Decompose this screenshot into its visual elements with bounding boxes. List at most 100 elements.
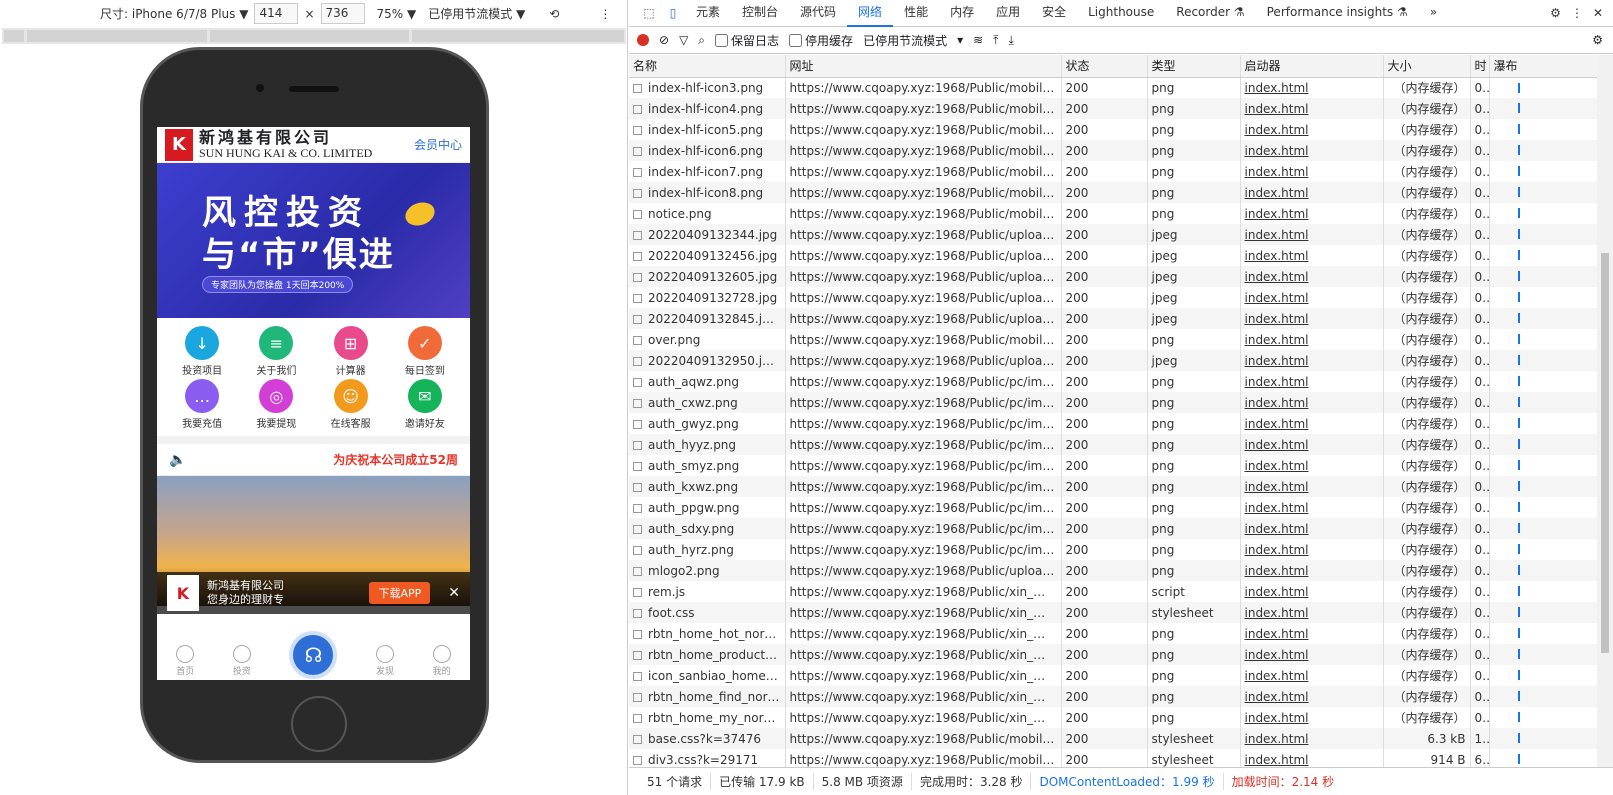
cell-init[interactable]: index.html bbox=[1240, 728, 1384, 749]
chevron-down-icon[interactable]: ▾ bbox=[957, 33, 963, 47]
cell-init[interactable]: index.html bbox=[1240, 623, 1384, 644]
table-row[interactable]: rbtn_home_product_ch... https://www.cqoap… bbox=[629, 644, 1597, 665]
cell-init[interactable]: index.html bbox=[1240, 518, 1384, 539]
panel-tab[interactable]: Recorder ⚗ bbox=[1165, 0, 1255, 27]
table-row[interactable]: auth_smyz.png https://www.cqoapy.xyz:1968… bbox=[629, 455, 1597, 476]
cell-init[interactable]: index.html bbox=[1240, 119, 1384, 140]
cell-init[interactable]: index.html bbox=[1240, 581, 1384, 602]
cell-init[interactable]: index.html bbox=[1240, 98, 1384, 119]
table-row[interactable]: mlogo2.png https://www.cqoapy.xyz:1968/Pu… bbox=[629, 560, 1597, 581]
table-row[interactable]: auth_kxwz.png https://www.cqoapy.xyz:1968… bbox=[629, 476, 1597, 497]
cell-init[interactable]: index.html bbox=[1240, 749, 1384, 767]
download-app-button[interactable]: 下载APP bbox=[369, 582, 431, 604]
table-row[interactable]: index-hlf-icon3.png https://www.cqoapy.xy… bbox=[629, 77, 1597, 98]
table-row[interactable]: auth_hyrz.png https://www.cqoapy.xyz:1968… bbox=[629, 539, 1597, 560]
disable-cache-checkbox[interactable]: 停用缓存 bbox=[789, 32, 853, 49]
table-row[interactable]: base.css?k=37476 https://www.cqoapy.xyz:1… bbox=[629, 728, 1597, 749]
table-row[interactable]: index-hlf-icon7.png https://www.cqoapy.xy… bbox=[629, 161, 1597, 182]
cell-init[interactable]: index.html bbox=[1240, 266, 1384, 287]
table-row[interactable]: foot.css https://www.cqoapy.xyz:1968/Publ… bbox=[629, 602, 1597, 623]
width-input[interactable]: 414 bbox=[254, 3, 299, 24]
cell-init[interactable]: index.html bbox=[1240, 140, 1384, 161]
cell-init[interactable]: index.html bbox=[1240, 476, 1384, 497]
table-row[interactable]: auth_sdxy.png https://www.cqoapy.xyz:1968… bbox=[629, 518, 1597, 539]
inspect-icon[interactable]: ⬚ bbox=[637, 6, 661, 20]
table-row[interactable]: auth_cxwz.png https://www.cqoapy.xyz:1968… bbox=[629, 392, 1597, 413]
record-icon[interactable] bbox=[637, 34, 649, 46]
table-row[interactable]: index-hlf-icon8.png https://www.cqoapy.xy… bbox=[629, 182, 1597, 203]
table-row[interactable]: notice.png https://www.cqoapy.xyz:1968/Pu… bbox=[629, 203, 1597, 224]
panel-tab[interactable]: 安全 bbox=[1031, 0, 1077, 27]
hero-banner[interactable]: 风控投资 与“市”俱进 专家团队为您操盘 1天回本200% bbox=[157, 163, 470, 318]
table-row[interactable]: auth_ppgw.png https://www.cqoapy.xyz:1968… bbox=[629, 497, 1597, 518]
panel-tab[interactable]: Performance insights ⚗ bbox=[1256, 0, 1419, 27]
vertical-scrollbar[interactable] bbox=[1597, 55, 1613, 767]
ruler-segment[interactable] bbox=[26, 30, 207, 42]
scrollbar-thumb[interactable] bbox=[1601, 253, 1609, 653]
panel-tab[interactable]: 元素 bbox=[685, 0, 731, 27]
column-header[interactable]: 名称 bbox=[629, 55, 786, 78]
cell-init[interactable]: index.html bbox=[1240, 350, 1384, 371]
cell-init[interactable]: index.html bbox=[1240, 308, 1384, 329]
table-row[interactable]: auth_hyyz.png https://www.cqoapy.xyz:1968… bbox=[629, 434, 1597, 455]
cell-init[interactable]: index.html bbox=[1240, 287, 1384, 308]
member-center-link[interactable]: 会员中心 bbox=[414, 136, 462, 153]
cell-init[interactable]: index.html bbox=[1240, 455, 1384, 476]
column-header[interactable]: 瀑布 bbox=[1489, 55, 1597, 78]
column-header[interactable]: 启动器 bbox=[1240, 55, 1384, 78]
table-row[interactable]: index-hlf-icon4.png https://www.cqoapy.xy… bbox=[629, 98, 1597, 119]
table-row[interactable]: over.png https://www.cqoapy.xyz:1968/Publ… bbox=[629, 329, 1597, 350]
table-row[interactable]: rbtn_home_hot_norma... https://www.cqoapy… bbox=[629, 623, 1597, 644]
table-row[interactable]: rbtn_home_my_normal... https://www.cqoapy… bbox=[629, 707, 1597, 728]
table-row[interactable]: index-hlf-icon5.png https://www.cqoapy.xy… bbox=[629, 119, 1597, 140]
media-query-ruler[interactable] bbox=[2, 28, 626, 44]
cell-init[interactable]: index.html bbox=[1240, 392, 1384, 413]
cell-init[interactable]: index.html bbox=[1240, 413, 1384, 434]
table-row[interactable]: rbtn_home_find_norm... https://www.cqoapy… bbox=[629, 686, 1597, 707]
import-har-icon[interactable]: ⤒ bbox=[993, 33, 998, 48]
table-row[interactable]: 20220409132456.jpg https://www.cqoapy.xyz… bbox=[629, 245, 1597, 266]
panel-tab[interactable]: Lighthouse bbox=[1077, 0, 1165, 27]
headset-center-button[interactable]: ☊ bbox=[289, 631, 338, 679]
table-row[interactable]: icon_sanbiao_home.png https://www.cqoapy.… bbox=[629, 665, 1597, 686]
column-header[interactable]: 时 bbox=[1470, 55, 1490, 78]
column-header[interactable]: 大小 bbox=[1383, 55, 1471, 78]
close-icon[interactable]: ✕ bbox=[1593, 6, 1603, 20]
panel-tab[interactable]: 控制台 bbox=[731, 0, 789, 27]
cell-init[interactable]: index.html bbox=[1240, 497, 1384, 518]
quick-menu-item[interactable]: ✉ 邀请好友 bbox=[388, 379, 462, 430]
column-header[interactable]: 类型 bbox=[1147, 55, 1241, 78]
rotate-icon[interactable]: ⟲ bbox=[549, 7, 559, 21]
cell-init[interactable]: index.html bbox=[1240, 161, 1384, 182]
table-row[interactable]: 20220409132344.jpg https://www.cqoapy.xyz… bbox=[629, 224, 1597, 245]
network-settings-icon[interactable]: ⚙ bbox=[1592, 33, 1603, 47]
clear-icon[interactable]: ⊘ bbox=[659, 33, 669, 47]
cell-init[interactable]: index.html bbox=[1240, 665, 1384, 686]
cell-init[interactable]: index.html bbox=[1240, 434, 1384, 455]
panel-tab[interactable]: 网络 bbox=[847, 0, 894, 27]
cell-init[interactable]: index.html bbox=[1240, 686, 1384, 707]
ruler-segment[interactable] bbox=[4, 30, 24, 42]
quick-menu-item[interactable]: ⊞ 计算器 bbox=[314, 326, 388, 377]
cell-init[interactable]: index.html bbox=[1240, 371, 1384, 392]
table-row[interactable]: 20220409132950.jpeg https://www.cqoapy.xy… bbox=[629, 350, 1597, 371]
panel-tab[interactable]: 源代码 bbox=[789, 0, 847, 27]
tab-item[interactable]: 投资 bbox=[232, 645, 251, 677]
quick-menu-item[interactable]: ✓ 每日签到 bbox=[388, 326, 462, 377]
device-toggle-icon[interactable]: ▯ bbox=[661, 6, 685, 20]
quick-menu-item[interactable]: ≡ 关于我们 bbox=[239, 326, 313, 377]
cell-init[interactable]: index.html bbox=[1240, 602, 1384, 623]
quick-menu-item[interactable]: … 我要充值 bbox=[165, 379, 239, 430]
settings-icon[interactable]: ⚙ bbox=[1550, 6, 1561, 20]
quick-menu-item[interactable]: ◎ 我要提现 bbox=[239, 379, 313, 430]
table-row[interactable]: auth_aqwz.png https://www.cqoapy.xyz:1968… bbox=[629, 371, 1597, 392]
quick-menu-item[interactable]: ☺ 在线客服 bbox=[314, 379, 388, 430]
cell-init[interactable]: index.html bbox=[1240, 539, 1384, 560]
cell-init[interactable]: index.html bbox=[1240, 329, 1384, 350]
kebab-menu-icon[interactable]: ⋮ bbox=[1571, 6, 1583, 20]
device-select[interactable]: 尺寸: iPhone 6/7/8 Plus ▼ bbox=[100, 5, 248, 22]
cell-init[interactable]: index.html bbox=[1240, 245, 1384, 266]
more-options-icon[interactable]: ⋮ bbox=[599, 7, 611, 21]
table-row[interactable]: 20220409132605.jpg https://www.cqoapy.xyz… bbox=[629, 266, 1597, 287]
throttle-select[interactable]: 已停用节流模式 bbox=[863, 32, 947, 49]
